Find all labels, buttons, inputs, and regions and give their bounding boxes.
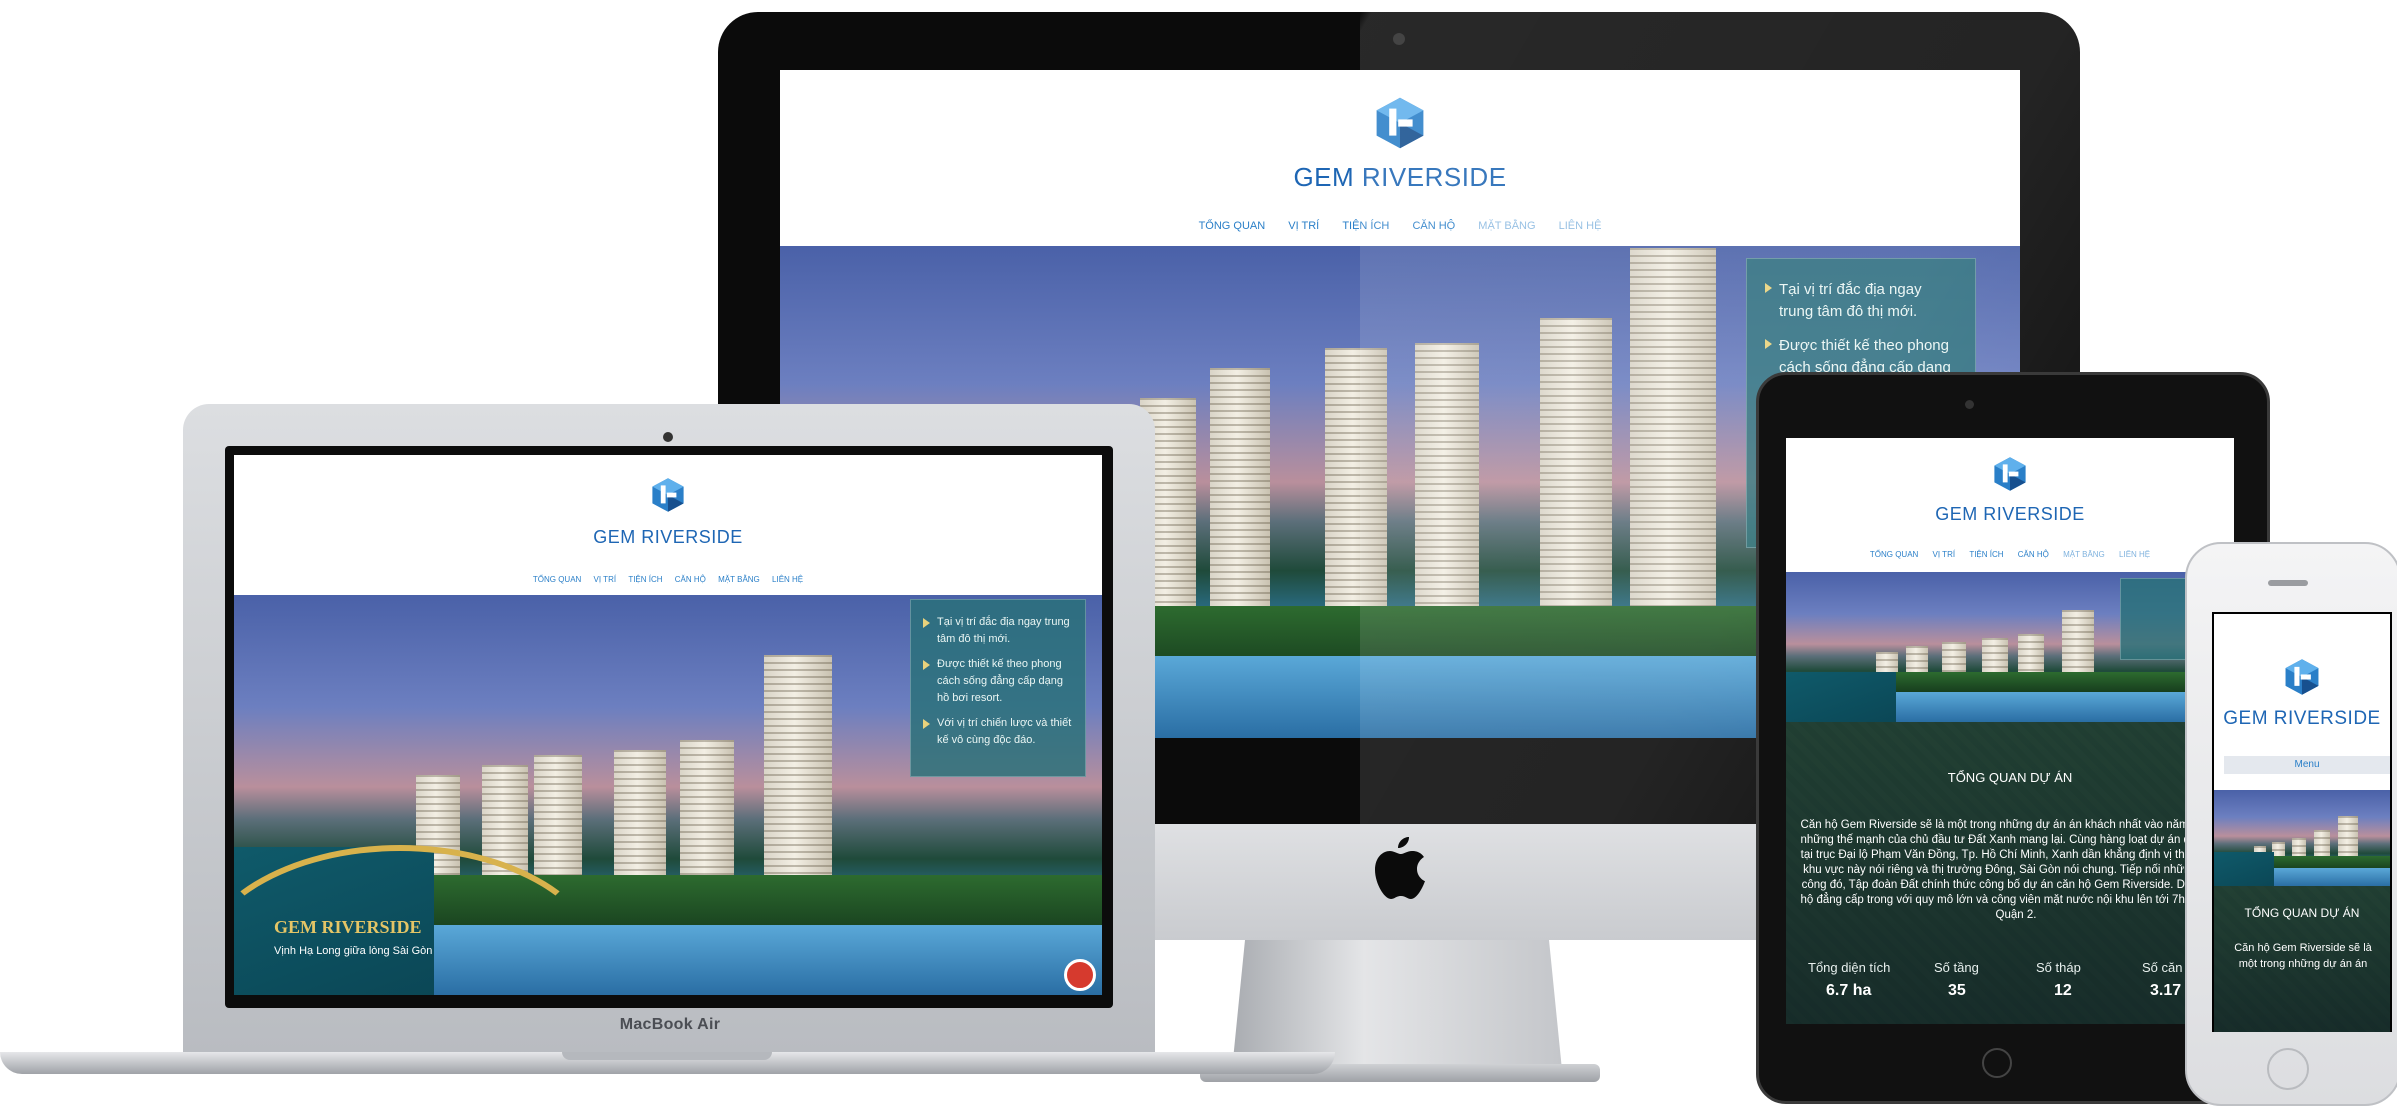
- promo-panel: [2214, 852, 2274, 886]
- nav-item-tien-ich[interactable]: TIỆN ÍCH: [1969, 550, 2003, 559]
- hero-bullet: Với vị trí chiến lược và thiết kế vô cùn…: [923, 715, 1075, 749]
- overview-section: TỔNG QUAN DỰ ÁN Căn hộ Gem Riverside sẽ …: [2214, 886, 2390, 1032]
- stat-label: Tổng diện tích: [1808, 960, 1891, 975]
- site-header: GEM RIVERSIDE TỔNG QUAN VỊ TRÍ TIỆN ÍCH …: [1786, 438, 2234, 573]
- tablet-screen: GEM RIVERSIDE TỔNG QUAN VỊ TRÍ TIỆN ÍCH …: [1786, 438, 2234, 1024]
- gem-logo-icon[interactable]: [1992, 454, 2028, 494]
- overview-section: TỔNG QUAN DỰ ÁN Căn hộ Gem Riverside sẽ …: [1786, 722, 2234, 1024]
- nav-item-mat-bang[interactable]: MẶT BẰNG: [718, 575, 760, 584]
- hero-bullet: Được thiết kế theo phong cách sống đẳng …: [923, 656, 1075, 707]
- hero-bullet: Tại vị trí đắc địa ngay trung tâm đô thị…: [923, 614, 1075, 648]
- main-nav: TỔNG QUAN VỊ TRÍ TIỆN ÍCH CĂN HỘ MẶT BẰN…: [234, 575, 1102, 584]
- brand-name: GEM RIVERSIDE: [2223, 708, 2381, 729]
- apple-logo-icon: [1375, 837, 1425, 899]
- nav-item-tong-quan[interactable]: TỔNG QUAN: [1870, 550, 1918, 559]
- hero-banner: [1786, 572, 2234, 722]
- nav-item-vi-tri[interactable]: VỊ TRÍ: [594, 575, 617, 584]
- nav-item-can-ho[interactable]: CĂN HỘ: [675, 575, 706, 584]
- nav-item-lien-he[interactable]: LIÊN HỆ: [772, 575, 803, 584]
- stat-label: Số tháp: [2036, 960, 2081, 975]
- hero-banner: [2214, 790, 2390, 886]
- site-header: GEM RIVERSIDE TỔNG QUAN VỊ TRÍ TIỆN ÍCH …: [234, 455, 1102, 596]
- site-header: GEM RIVERSIDE Menu: [2214, 614, 2390, 784]
- laptop-camera: [663, 432, 673, 442]
- nav-item-vi-tri[interactable]: VỊ TRÍ: [1933, 550, 1956, 559]
- hero-banner: Tại vị trí đắc địa ngay trung tâm đô thị…: [234, 595, 1102, 995]
- brand-name: GEM RIVERSIDE: [1935, 504, 2085, 524]
- nav-item-tien-ich[interactable]: TIỆN ÍCH: [628, 575, 662, 584]
- nav-item-tong-quan[interactable]: TỔNG QUAN: [1199, 220, 1266, 232]
- stat-value: 3.17: [2150, 982, 2182, 999]
- laptop-label: MacBook Air: [619, 1016, 721, 1033]
- stat-value: 35: [1948, 982, 1966, 999]
- gem-logo-icon[interactable]: [650, 475, 686, 515]
- tablet-camera: [1965, 400, 1974, 409]
- nav-item-can-ho[interactable]: CĂN HỘ: [2018, 550, 2049, 559]
- overview-text: Căn hộ Gem Riverside sẽ là một trong nhữ…: [1800, 819, 2232, 921]
- promo-title: GEM RIVERSIDE: [274, 917, 422, 937]
- promo-subtitle: Vịnh Hạ Long giữa lòng Sài Gòn: [274, 945, 433, 957]
- overview-title: TỔNG QUAN DỰ ÁN: [2244, 906, 2360, 920]
- laptop-notch: [562, 1052, 772, 1060]
- stat-value: 12: [2054, 982, 2072, 999]
- nav-item-lien-he[interactable]: LIÊN HỆ: [2119, 550, 2150, 559]
- main-nav: TỔNG QUAN VỊ TRÍ TIỆN ÍCH CĂN HỘ MẶT BẰN…: [1786, 550, 2234, 559]
- overview-text: Căn hộ Gem Riverside sẽ là một trong nhữ…: [2234, 942, 2372, 970]
- laptop-screen: GEM RIVERSIDE TỔNG QUAN VỊ TRÍ TIỆN ÍCH …: [234, 455, 1102, 995]
- gem-logo-icon[interactable]: [2283, 656, 2321, 698]
- hero-info-box: Tại vị trí đắc địa ngay trung tâm đô thị…: [910, 599, 1086, 777]
- nav-item-tong-quan[interactable]: TỔNG QUAN: [533, 575, 581, 584]
- overview-title: TỔNG QUAN DỰ ÁN: [1947, 770, 2073, 785]
- phone-home-button: [2267, 1048, 2309, 1090]
- stat-value: 6.7 ha: [1826, 982, 1872, 999]
- stat-label: Số căn: [2142, 960, 2183, 975]
- phone-screen: GEM RIVERSIDE Menu TỔNG QUAN DỰ ÁN Căn h…: [2214, 614, 2390, 1032]
- stat-label: Số tầng: [1934, 960, 1979, 975]
- brand-name: GEM RIVERSIDE: [593, 527, 743, 547]
- menu-button[interactable]: Menu: [2224, 756, 2390, 774]
- nav-item-vi-tri[interactable]: VỊ TRÍ: [1288, 220, 1319, 232]
- nav-item-mat-bang[interactable]: MẶT BẰNG: [2063, 550, 2105, 559]
- phone-speaker: [2268, 580, 2308, 586]
- promo-panel: [1786, 672, 1896, 722]
- tablet-home-button: [1982, 1048, 2012, 1078]
- chat-icon[interactable]: [1064, 959, 1096, 991]
- imac-stand: [1232, 938, 1562, 1070]
